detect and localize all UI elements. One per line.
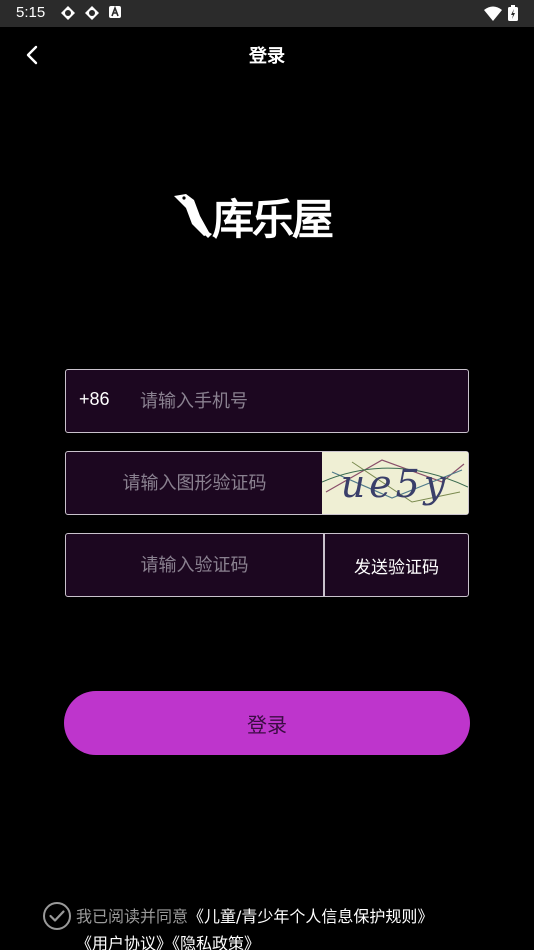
phone-input[interactable] [140, 370, 460, 432]
vpn-key-icon [85, 6, 99, 20]
captcha-input[interactable] [66, 452, 323, 514]
a-notification-icon [109, 5, 121, 18]
login-button[interactable]: 登录 [64, 691, 470, 755]
link-privacy-policy[interactable]: 《隐私政策》 [172, 934, 260, 950]
sms-code-input[interactable] [66, 534, 323, 596]
page-title: 登录 [249, 46, 285, 67]
agreement-prefix: 我已阅读并同意 [76, 907, 189, 926]
battery-icon [508, 5, 518, 21]
link-user-agreement[interactable]: 《用户协议》 [76, 934, 172, 950]
status-bar: 5:15 [0, 0, 534, 27]
captcha-text: ue5y [340, 462, 450, 506]
status-icons-right [484, 5, 518, 21]
wifi-icon [484, 6, 502, 21]
country-code[interactable]: +86 [79, 389, 110, 410]
bird-icon [174, 194, 212, 238]
status-time: 5:15 [16, 4, 46, 21]
captcha-field: ue5y [65, 451, 469, 515]
agree-checkbox[interactable] [42, 901, 72, 931]
top-app-bar: 登录 [0, 27, 534, 79]
sms-code-field: 发送验证码 [65, 533, 469, 597]
status-icons-left [60, 5, 122, 21]
agreement-text: 我已阅读并同意《儿童/青少年个人信息保护规则》《用户协议》《隐私政策》 [76, 903, 516, 950]
vpn-key-icon [61, 6, 75, 20]
captcha-image[interactable]: ue5y [322, 452, 468, 514]
link-child-privacy-rules[interactable]: 《儿童/青少年个人信息保护规则》 [188, 907, 433, 926]
app-logo: 库乐屋 [172, 190, 364, 244]
send-code-button[interactable]: 发送验证码 [325, 534, 468, 596]
check-circle-icon [43, 902, 71, 930]
phone-field: +86 [65, 369, 469, 433]
logo-text: 库乐屋 [212, 195, 333, 242]
